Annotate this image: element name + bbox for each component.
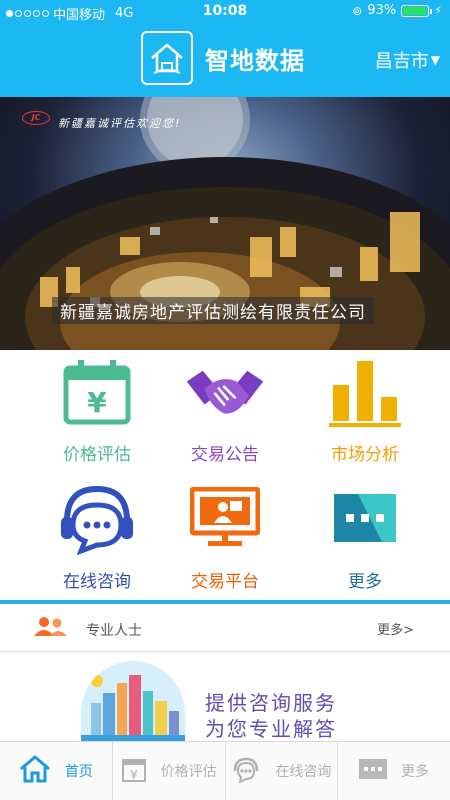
house-logo-icon — [141, 31, 193, 85]
grid-item-label: 更多 — [348, 572, 382, 592]
grid-item-label: 价格评估 — [63, 445, 131, 465]
calendar-yen-icon: ¥ — [121, 755, 147, 787]
rotation-lock-icon: ⊚ — [352, 3, 363, 18]
promo-line-2: 为您专业解答 — [205, 717, 337, 741]
app-header: 中国移动 4G 10:08 ⊚ 93% ⚡ 智地数据 昌吉市 ▼ — [0, 0, 450, 97]
dropdown-caret-icon: ▼ — [430, 53, 440, 67]
app-title: 智地数据 — [205, 46, 305, 75]
promo-line-1: 提供咨询服务 — [205, 691, 337, 715]
people-icon — [34, 616, 68, 642]
tab-home[interactable]: 首页 — [0, 742, 113, 800]
tab-online-consult[interactable]: 在线咨询 — [226, 742, 339, 800]
battery-icon — [401, 4, 433, 17]
more-dots-icon — [325, 483, 405, 553]
grid-item-label: 交易公告 — [191, 445, 259, 465]
battery-percent: 93% — [367, 3, 397, 18]
svg-text:¥: ¥ — [87, 386, 107, 419]
professionals-title: 专业人士 — [86, 623, 142, 639]
professionals-header: 专业人士 更多> — [0, 604, 450, 652]
tab-label: 首页 — [64, 764, 93, 780]
professionals-more-link[interactable]: 更多> — [377, 619, 414, 638]
grid-item-more[interactable]: 更多 — [290, 475, 440, 600]
status-bar: 中国移动 4G 10:08 ⊚ 93% ⚡ — [0, 0, 450, 23]
grid-item-trading-platform[interactable]: 交易平台 — [150, 475, 300, 600]
home-icon — [19, 755, 51, 787]
grid-item-label: 市场分析 — [331, 445, 399, 465]
tab-label: 更多 — [401, 764, 430, 780]
grid-item-announcements[interactable]: 交易公告 — [150, 350, 300, 475]
feature-grid: ¥ 价格评估 交易公告 市场分析 在线咨询 交易平台 更多 — [0, 350, 450, 600]
banner-company-name: 新疆嘉诚房地产评估测绘有限责任公司 — [52, 297, 374, 324]
banner-welcome: 新疆嘉诚评估欢迎您! — [58, 117, 182, 130]
city-skyline-illustration — [81, 661, 185, 741]
city-label: 昌吉市 — [374, 51, 429, 72]
app-brand: 智地数据 — [141, 31, 305, 85]
charging-icon: ⚡ — [434, 4, 442, 17]
svg-text:¥: ¥ — [130, 768, 138, 782]
city-selector[interactable]: 昌吉市 ▼ — [375, 47, 440, 73]
app-screen: 中国移动 4G 10:08 ⊚ 93% ⚡ 智地数据 昌吉市 ▼ JC 新疆嘉诚… — [0, 0, 450, 800]
headset-chat-icon — [57, 483, 137, 555]
tab-label: 价格评估 — [160, 764, 217, 780]
chat-icon — [231, 755, 261, 787]
tab-price-evaluation[interactable]: ¥ 价格评估 — [113, 742, 226, 800]
grid-item-label: 交易平台 — [191, 572, 259, 592]
tab-more[interactable]: 更多 — [338, 742, 450, 800]
monitor-presenter-icon — [185, 483, 265, 553]
more-dots-icon — [359, 759, 388, 783]
consult-promo-banner[interactable]: 提供咨询服务 为您专业解答 — [0, 653, 450, 741]
handshake-icon — [185, 358, 265, 428]
grid-item-label: 在线咨询 — [63, 572, 131, 592]
bottom-tab-bar: 首页 ¥ 价格评估 在线咨询 更多 — [0, 741, 450, 800]
calendar-yen-icon: ¥ — [57, 358, 137, 428]
tab-label: 在线咨询 — [275, 764, 332, 780]
bar-chart-icon — [325, 358, 405, 428]
hero-banner[interactable]: JC 新疆嘉诚评估欢迎您! 新疆嘉诚房地产评估测绘有限责任公司 — [0, 97, 450, 350]
company-logo-icon: JC — [22, 111, 50, 125]
grid-item-market-analysis[interactable]: 市场分析 — [290, 350, 440, 475]
